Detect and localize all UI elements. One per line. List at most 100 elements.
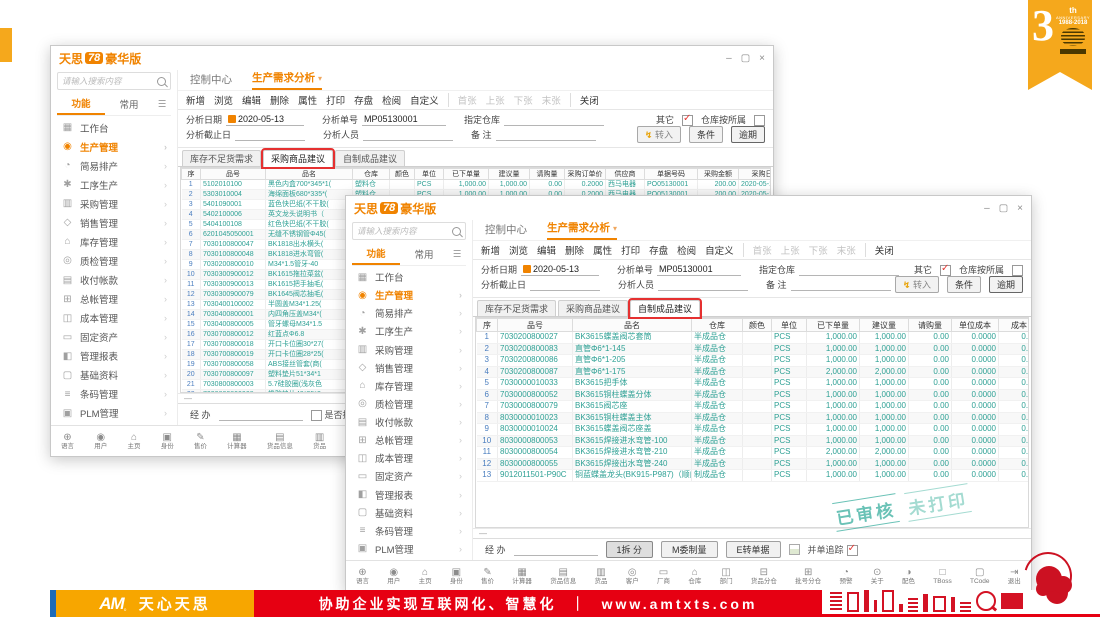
overdue-button[interactable]: 逾期 <box>731 126 765 143</box>
toolbar-button[interactable]: 末张 <box>542 93 561 107</box>
subtab[interactable]: 采购商品建议 <box>263 150 333 167</box>
status-item[interactable]: ⊙ 关于 <box>871 567 884 585</box>
menu-icon[interactable]: ☰ <box>448 246 466 263</box>
status-item[interactable]: ⊕ 语言 <box>61 432 74 450</box>
restore-icon[interactable]: ▢ <box>999 203 1008 214</box>
subcontract-qty-button[interactable]: M委制量 <box>661 541 718 558</box>
table-row[interactable]: 47030200800087直管Φ6*1-175半成品仓PCS2,000.002… <box>477 366 1030 378</box>
status-item[interactable]: ⊞ 批号分仓 <box>795 567 821 585</box>
status-item[interactable]: □ TBoss <box>933 567 951 585</box>
toolbar-button[interactable]: 首张 <box>448 93 477 107</box>
status-item[interactable]: ▭ 厂商 <box>657 567 670 585</box>
status-item[interactable]: ◑ 配色 <box>902 567 915 585</box>
table-row[interactable]: 139012011501-P90C铜蓝蝶盖龙头(BK915-P987)（顺向）制… <box>477 470 1030 482</box>
toolbar-button[interactable]: 下张 <box>809 243 828 257</box>
transfer-button[interactable]: ↯ 转入 <box>637 126 681 143</box>
table-row[interactable]: 37030200800086直管Φ6*1-205半成品仓PCS1,000.001… <box>477 355 1030 367</box>
toolbar-button[interactable]: 打印 <box>326 93 345 107</box>
table-row[interactable]: 77030000800079BK3615阀芯座半成品仓PCS1,000.001,… <box>477 401 1030 413</box>
condition-button[interactable]: 条件 <box>689 126 723 143</box>
sidebar-item[interactable]: ✱ 工序生产 › <box>51 176 177 194</box>
toolbar-button[interactable]: 关闭 <box>570 93 599 107</box>
column-header[interactable]: 采购金额 <box>698 169 739 180</box>
table-row[interactable]: 27030200800083直管Φ6*1-145半成品仓PCS1,000.001… <box>477 343 1030 355</box>
column-header[interactable]: 品号 <box>498 319 573 332</box>
toolbar-button[interactable]: 自定义 <box>705 243 734 257</box>
agent-field[interactable] <box>514 544 598 556</box>
tab-production-demand[interactable]: 生产需求分析▾ <box>547 220 617 240</box>
toolbar-button[interactable]: 打印 <box>621 243 640 257</box>
condition-button[interactable]: 条件 <box>947 276 981 293</box>
warehouse-group-checkbox[interactable] <box>754 115 765 126</box>
tab-function[interactable]: 功能 <box>352 243 400 265</box>
subtab[interactable]: 库存不足货需求 <box>477 300 556 316</box>
other-checkbox[interactable] <box>682 115 693 126</box>
table-row[interactable]: 128030000800055BK3615焊接出水弯管-240半成品仓PCS1,… <box>477 458 1030 470</box>
toolbar-button[interactable]: 上张 <box>486 93 505 107</box>
agent-field[interactable] <box>219 409 303 421</box>
status-item[interactable]: ◉ 用户 <box>387 567 400 585</box>
calendar-icon[interactable] <box>523 265 531 273</box>
other-checkbox[interactable] <box>940 265 951 276</box>
toolbar-button[interactable]: 首张 <box>743 243 772 257</box>
status-item[interactable]: ▣ 身份 <box>450 567 463 585</box>
sidebar-item[interactable]: ◎ 质检管理 › <box>346 395 472 413</box>
column-header[interactable]: 建议量 <box>489 169 530 180</box>
toolbar-button[interactable]: 编辑 <box>242 93 261 107</box>
transfer-doc-button[interactable]: E转单据 <box>726 541 781 558</box>
sidebar-item[interactable]: ▭ 固定资产 › <box>346 467 472 485</box>
column-header[interactable]: 仓库 <box>692 319 743 332</box>
subtab[interactable]: 采购商品建议 <box>558 300 628 316</box>
status-item[interactable]: ▦ 计算器 <box>512 567 532 585</box>
status-item[interactable]: ✎ 售价 <box>481 567 494 585</box>
status-item[interactable]: ⊕ 语言 <box>356 567 369 585</box>
status-item[interactable]: ▢ TCode <box>970 567 990 585</box>
tab-control-center[interactable]: 控制中心 <box>190 72 232 90</box>
sidebar-item[interactable]: ≡ 条码管理 › <box>346 522 472 540</box>
toolbar-button[interactable]: 检阅 <box>382 93 401 107</box>
column-header[interactable]: 请购量 <box>530 169 565 180</box>
column-header[interactable]: 采购订单价 <box>565 169 606 180</box>
subtab[interactable]: 自制成品建议 <box>335 150 405 166</box>
table-row[interactable]: 17030200800027BK3615蝶盖阀芯套筒半成品仓PCS1,000.0… <box>477 332 1030 344</box>
warehouse-group-checkbox[interactable] <box>1012 265 1023 276</box>
analyst-field[interactable] <box>658 279 748 291</box>
sidebar-item[interactable]: ≡ 条码管理 › <box>51 385 177 403</box>
sidebar-item[interactable]: ◧ 管理报表 › <box>346 486 472 504</box>
grid-mini-icon[interactable] <box>789 544 800 555</box>
tab-function[interactable]: 功能 <box>57 93 105 115</box>
toolbar-button[interactable]: 新增 <box>186 93 205 107</box>
toolbar-button[interactable]: 下张 <box>514 93 533 107</box>
tab-common[interactable]: 常用 <box>105 94 153 114</box>
column-header[interactable]: 品名 <box>266 169 353 180</box>
sidebar-item[interactable]: ▦ 工作台 <box>346 268 472 286</box>
status-item[interactable]: ▤ 货品信息 <box>267 432 293 450</box>
sidebar-item[interactable]: ◉ 生产管理 › <box>51 138 177 156</box>
merge-track-checkbox[interactable] <box>847 545 858 556</box>
subtab[interactable]: 库存不足货需求 <box>182 150 261 166</box>
status-item[interactable]: ◎ 客户 <box>626 567 639 585</box>
search-box[interactable]: 请输入搜索内容 <box>352 222 466 240</box>
splitter-handle-icon[interactable]: — <box>473 528 1031 538</box>
date-field[interactable]: 2020-05-13 <box>521 264 599 276</box>
toolbar-button[interactable]: 上张 <box>781 243 800 257</box>
table-row[interactable]: 15102010100黑色内盒700*345*1(塑料仓PCS1,000.001… <box>182 180 772 190</box>
sidebar-item[interactable]: ⌂ 库存管理 › <box>346 377 472 395</box>
toolbar-button[interactable]: 存盘 <box>354 93 373 107</box>
overdue-button[interactable]: 逾期 <box>989 276 1023 293</box>
transfer-button[interactable]: ↯ 转入 <box>895 276 939 293</box>
sidebar-item[interactable]: ▤ 收付帐款 › <box>51 271 177 289</box>
caret-down-icon[interactable]: ▾ <box>613 224 617 233</box>
split-button[interactable]: 1拆 分 <box>606 541 654 558</box>
toolbar-button[interactable]: 编辑 <box>537 243 556 257</box>
tab-control-center[interactable]: 控制中心 <box>485 222 527 240</box>
close-icon[interactable]: × <box>759 53 765 64</box>
status-item[interactable]: ⌂ 主页 <box>419 567 432 585</box>
warehouse-field[interactable] <box>799 264 899 276</box>
column-header[interactable]: 颜色 <box>743 319 772 332</box>
sidebar-item[interactable]: ◔ 简易排产 › <box>346 304 472 322</box>
minimize-icon[interactable]: – <box>726 53 732 64</box>
sidebar-item[interactable]: ✱ 工序生产 › <box>346 322 472 340</box>
sidebar-item[interactable]: ▤ 收付帐款 › <box>346 413 472 431</box>
column-header[interactable]: 单位 <box>415 169 444 180</box>
